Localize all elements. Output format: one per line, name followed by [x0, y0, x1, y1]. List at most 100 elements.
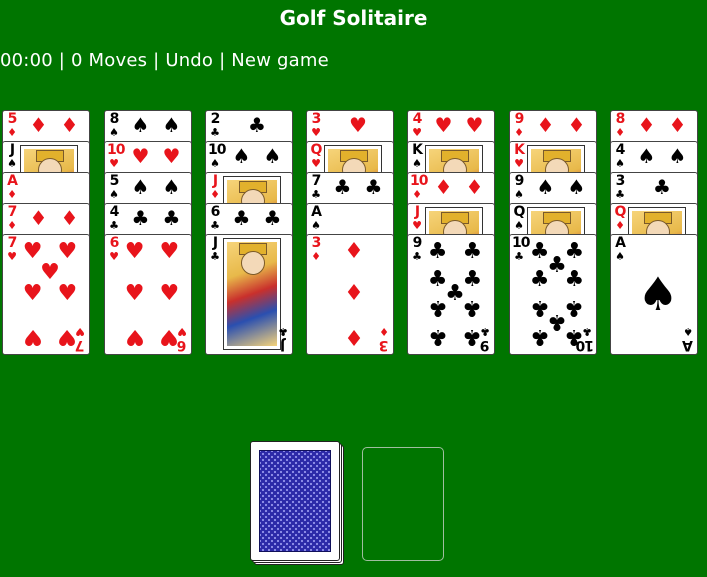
card-index: 7 ♥	[5, 236, 19, 262]
card-index: 7 ♦	[5, 205, 19, 231]
card-index: 6 ♥	[175, 325, 189, 353]
heart-icon: ♥	[124, 238, 145, 264]
card-pips: ♦ ♦ ♦	[325, 240, 383, 349]
club-icon: ♣	[427, 295, 448, 321]
playing-card[interactable]: 9 ♣ ♣ ♣ ♣ ♣ ♣ ♣ ♣ ♣ ♣ 9 ♣	[407, 234, 495, 355]
diamond-icon: ♦	[60, 113, 79, 137]
tableau-column: 4 ♥ ♥ ♥ K ♠ 10 ♦ ♦ ♦ J ♥ 9 ♣ ♣ ♣ ♣ ♣ ♣ ♣ ♣ ♣ ♣ 9 ♣	[407, 110, 495, 356]
card-pips: ♥ ♥	[428, 114, 490, 136]
heart-icon: ♥	[7, 250, 17, 263]
heart-icon: ♥	[109, 157, 119, 170]
tableau-column: 9 ♦ ♦ ♦ K ♥ 9 ♠ ♠ ♠ Q ♠ 10 ♣ ♣ ♣ ♣ ♣ ♣ ♣ ♣ ♣ ♣ ♣ 10 ♣	[509, 110, 597, 356]
card-pips: ♣ ♣	[125, 207, 187, 229]
card-rank: A	[7, 173, 18, 189]
new-game-button[interactable]: New game	[231, 50, 329, 71]
card-rank: 10	[410, 173, 428, 189]
diamond-icon: ♦	[60, 206, 79, 230]
stock-card[interactable]	[250, 441, 340, 561]
playing-card[interactable]: 7 ♥ ♥ ♥ ♥ ♥ ♥ ♥ ♥ 7 ♥	[2, 234, 90, 355]
card-index: A ♠	[681, 325, 695, 353]
club-icon: ♣	[564, 295, 585, 321]
heart-icon: ♥	[124, 280, 145, 306]
card-index: 3 ♦	[377, 325, 391, 353]
card-index: 5 ♠	[107, 174, 121, 200]
playing-card[interactable]: J ♣ J ♣	[205, 234, 293, 355]
diamond-icon: ♦	[668, 113, 687, 137]
card-rank: 5	[7, 111, 18, 127]
card-rank: A	[615, 235, 626, 251]
club-icon: ♣	[333, 175, 352, 199]
card-index: 2 ♣	[208, 112, 222, 138]
spade-icon: ♠	[7, 157, 17, 170]
card-index: Q ♠	[512, 205, 526, 231]
game-window: Golf Solitaire 00:00 | 0 Moves | Undo | …	[0, 0, 707, 577]
card-rank: 8	[109, 111, 120, 127]
card-rank: 4	[412, 111, 423, 127]
waste-pile-empty-slot[interactable]	[362, 447, 444, 561]
diamond-icon: ♦	[29, 206, 48, 230]
heart-icon: ♥	[159, 280, 180, 306]
heart-icon: ♥	[57, 238, 78, 264]
playing-card[interactable]: 3 ♦ ♦ ♦ ♦ 3 ♦	[306, 234, 394, 355]
tableau-column: 3 ♥ ♥ Q ♥ 7 ♣ ♣ ♣ A ♠ 3 ♦ ♦ ♦ ♦ 3 ♦	[306, 110, 394, 356]
card-index: A ♦	[5, 174, 19, 200]
spade-icon: ♠	[536, 175, 555, 199]
card-rank: 2	[210, 111, 221, 127]
card-pips: ♠ ♠	[125, 176, 187, 198]
stock-pile[interactable]	[250, 441, 344, 565]
diamond-icon: ♦	[514, 126, 524, 139]
card-pips: ♣ ♣	[226, 207, 288, 229]
card-pips: ♣	[226, 114, 288, 136]
club-icon: ♣	[427, 323, 448, 349]
club-icon: ♣	[210, 250, 220, 263]
heart-icon: ♥	[22, 323, 43, 349]
playing-card[interactable]: 10 ♣ ♣ ♣ ♣ ♣ ♣ ♣ ♣ ♣ ♣ ♣ 10 ♣	[509, 234, 597, 355]
spade-icon: ♠	[232, 144, 251, 168]
card-back-pattern	[259, 450, 331, 552]
card-rank: 6	[109, 235, 120, 251]
card-rank: K	[514, 142, 525, 158]
card-pips: ♠ ♠	[530, 176, 592, 198]
card-rank: 9	[514, 111, 525, 127]
card-rank: 3	[615, 173, 626, 189]
card-index: 3 ♥	[309, 112, 323, 138]
playing-card[interactable]: 6 ♥ ♥ ♥ ♥ ♥ ♥ ♥ 6 ♥	[104, 234, 192, 355]
heart-icon: ♥	[412, 126, 422, 139]
club-icon: ♣	[653, 175, 671, 199]
card-index: 7 ♥	[73, 325, 87, 353]
card-index: 4 ♥	[410, 112, 424, 138]
card-index: J ♥	[410, 205, 424, 231]
club-icon: ♣	[412, 250, 422, 263]
undo-button[interactable]: Undo	[165, 50, 213, 71]
card-index: K ♥	[512, 143, 526, 169]
card-rank: K	[412, 142, 423, 158]
card-rank: 9	[412, 235, 423, 251]
card-rank: 3	[311, 235, 322, 251]
spade-icon: ♠	[514, 219, 524, 232]
club-icon: ♣	[232, 206, 251, 230]
club-icon: ♣	[210, 219, 220, 232]
card-index: 10 ♦	[410, 173, 428, 200]
separator: |	[52, 50, 71, 71]
card-rank: 6	[210, 204, 221, 220]
separator: |	[147, 50, 166, 71]
club-icon: ♣	[514, 250, 524, 263]
club-icon: ♣	[427, 238, 448, 264]
playing-card[interactable]: A ♠ ♠ A ♠	[610, 234, 698, 355]
card-rank: 5	[109, 173, 120, 189]
card-rank: 7	[7, 204, 18, 220]
tableau-column: 8 ♦ ♦ ♦ 4 ♠ ♠ ♠ 3 ♣ ♣ Q ♦ A ♠ ♠ A ♠	[610, 110, 698, 356]
spade-icon: ♠	[514, 188, 524, 201]
spade-icon: ♠	[263, 144, 282, 168]
heart-icon: ♥	[75, 325, 85, 338]
card-rank: 4	[615, 142, 626, 158]
spade-icon: ♠	[683, 325, 693, 338]
club-icon: ♣	[109, 219, 119, 232]
diamond-icon: ♦	[379, 325, 389, 338]
card-rank: 7	[75, 337, 85, 353]
card-pips: ♣ ♣	[327, 176, 389, 198]
club-icon: ♣	[311, 188, 321, 201]
spade-icon: ♠	[131, 113, 150, 137]
spade-icon: ♠	[637, 144, 656, 168]
card-rank: Q	[310, 142, 323, 158]
